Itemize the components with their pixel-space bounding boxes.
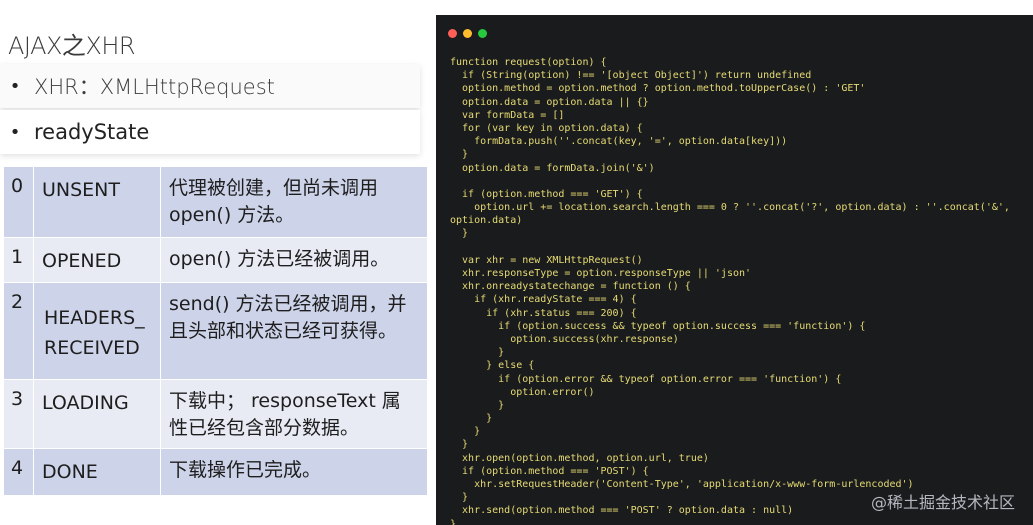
close-dot-icon[interactable] <box>448 29 457 38</box>
table-row: 4 DONE 下载操作已完成。 <box>3 448 428 496</box>
code-line: function request(option) { <box>450 57 607 68</box>
state-description: 代理被创建，但尚未调用 open() 方法。 <box>160 166 428 238</box>
state-name-text: UNSENT <box>42 179 121 201</box>
state-number: 3 <box>3 379 34 449</box>
code-line: if (String(option) !== '[object Object]'… <box>450 70 812 82</box>
table-row: 0 UNSENT 代理被创建，但尚未调用 open() 方法。 <box>3 166 428 238</box>
state-name-text: LOADING <box>42 392 129 414</box>
table-row: 1 OPENED open() 方法已经被调用。 <box>3 237 428 283</box>
state-description: 下载操作已完成。 <box>160 448 428 496</box>
maximize-dot-icon[interactable] <box>478 29 487 38</box>
bullet-readystate: • readyState <box>0 110 420 154</box>
state-number: 1 <box>3 237 34 283</box>
state-name: UNSENT <box>33 166 161 238</box>
code-line: if (xhr.status === 200) { <box>450 307 637 319</box>
code-line: for (var key in option.data) { <box>450 122 643 134</box>
code-line: if (option.method === 'GET') { <box>450 188 643 200</box>
state-number: 0 <box>3 166 34 238</box>
state-name-text: DONE <box>42 461 98 483</box>
bullet-xhr: • XHR：XMLHttpRequest <box>0 64 420 108</box>
bullet-dot: • <box>9 75 21 97</box>
code-line: } <box>450 439 469 451</box>
code-line: option.data = option.data || {} <box>450 96 649 108</box>
code-line: option.url += location.search.length ===… <box>450 202 1010 214</box>
state-name-text: OPENED <box>42 250 122 272</box>
code-line: if (xhr.readyState === 4) { <box>450 294 637 306</box>
readystate-table: 0 UNSENT 代理被创建，但尚未调用 open() 方法。 1 OPENED… <box>3 166 428 496</box>
state-description: send() 方法已经被调用，并且头部和状态已经可获得。 <box>160 282 428 380</box>
code-line: } <box>450 413 493 425</box>
bullet-text: readyState <box>34 120 150 144</box>
code-line: formData.push(''.concat(key, '=', option… <box>450 136 788 148</box>
state-number: 2 <box>3 282 34 380</box>
code-line: } else { <box>450 360 535 372</box>
code-line: if (option.error && typeof option.error … <box>450 373 842 385</box>
watermark: @稀土掘金技术社区 <box>870 493 1015 512</box>
state-name: DONE <box>33 448 161 496</box>
code-line: xhr.responseType = option.responseType |… <box>450 268 752 279</box>
state-description: open() 方法已经被调用。 <box>160 237 428 283</box>
code-line: } <box>450 426 481 438</box>
code-line: var xhr = new XMLHttpRequest() <box>450 254 643 266</box>
minimize-dot-icon[interactable] <box>463 29 472 38</box>
bullet-text: XHR：XMLHttpRequest <box>34 75 275 99</box>
code-line: option.method = option.method ? option.m… <box>450 83 866 95</box>
state-name-text: HEADERS_RECEIVED <box>44 307 145 359</box>
code-line: option.data = formData.join('&') <box>450 162 655 174</box>
code-line: } <box>450 149 469 161</box>
state-name: OPENED <box>33 237 161 283</box>
bullet-dot: • <box>9 121 21 143</box>
slide-title: AJAX之XHR <box>8 32 136 60</box>
window-controls <box>448 29 487 38</box>
code-line: var formData = [] <box>450 109 565 121</box>
code-line: xhr.open(option.method, option.url, true… <box>450 452 709 464</box>
code-block: function request(option) { if (String(op… <box>450 56 1010 525</box>
table-row: 3 LOADING 下载中； responseText 属性已经包含部分数据。 <box>3 379 428 449</box>
code-line: } <box>450 347 505 359</box>
state-name: LOADING <box>33 379 161 449</box>
table-row: 2 HEADERS_RECEIVED send() 方法已经被调用，并且头部和状… <box>3 282 428 380</box>
code-line: option.success(xhr.response) <box>450 333 679 345</box>
code-window: function request(option) { if (String(op… <box>436 15 1033 525</box>
code-line: xhr.onreadystatechange = function () { <box>450 281 691 293</box>
code-line: } <box>450 399 505 411</box>
code-line: } <box>450 228 469 240</box>
state-number: 4 <box>3 448 34 496</box>
code-line: option.data) <box>450 215 523 227</box>
code-line: } <box>450 518 457 525</box>
state-name: HEADERS_RECEIVED <box>33 282 161 380</box>
code-line: if (option.method === 'POST') { <box>450 465 649 477</box>
state-description: 下载中； responseText 属性已经包含部分数据。 <box>160 379 428 449</box>
code-line: if (option.success && typeof option.succ… <box>450 320 866 332</box>
code-line: option.error() <box>450 386 595 398</box>
